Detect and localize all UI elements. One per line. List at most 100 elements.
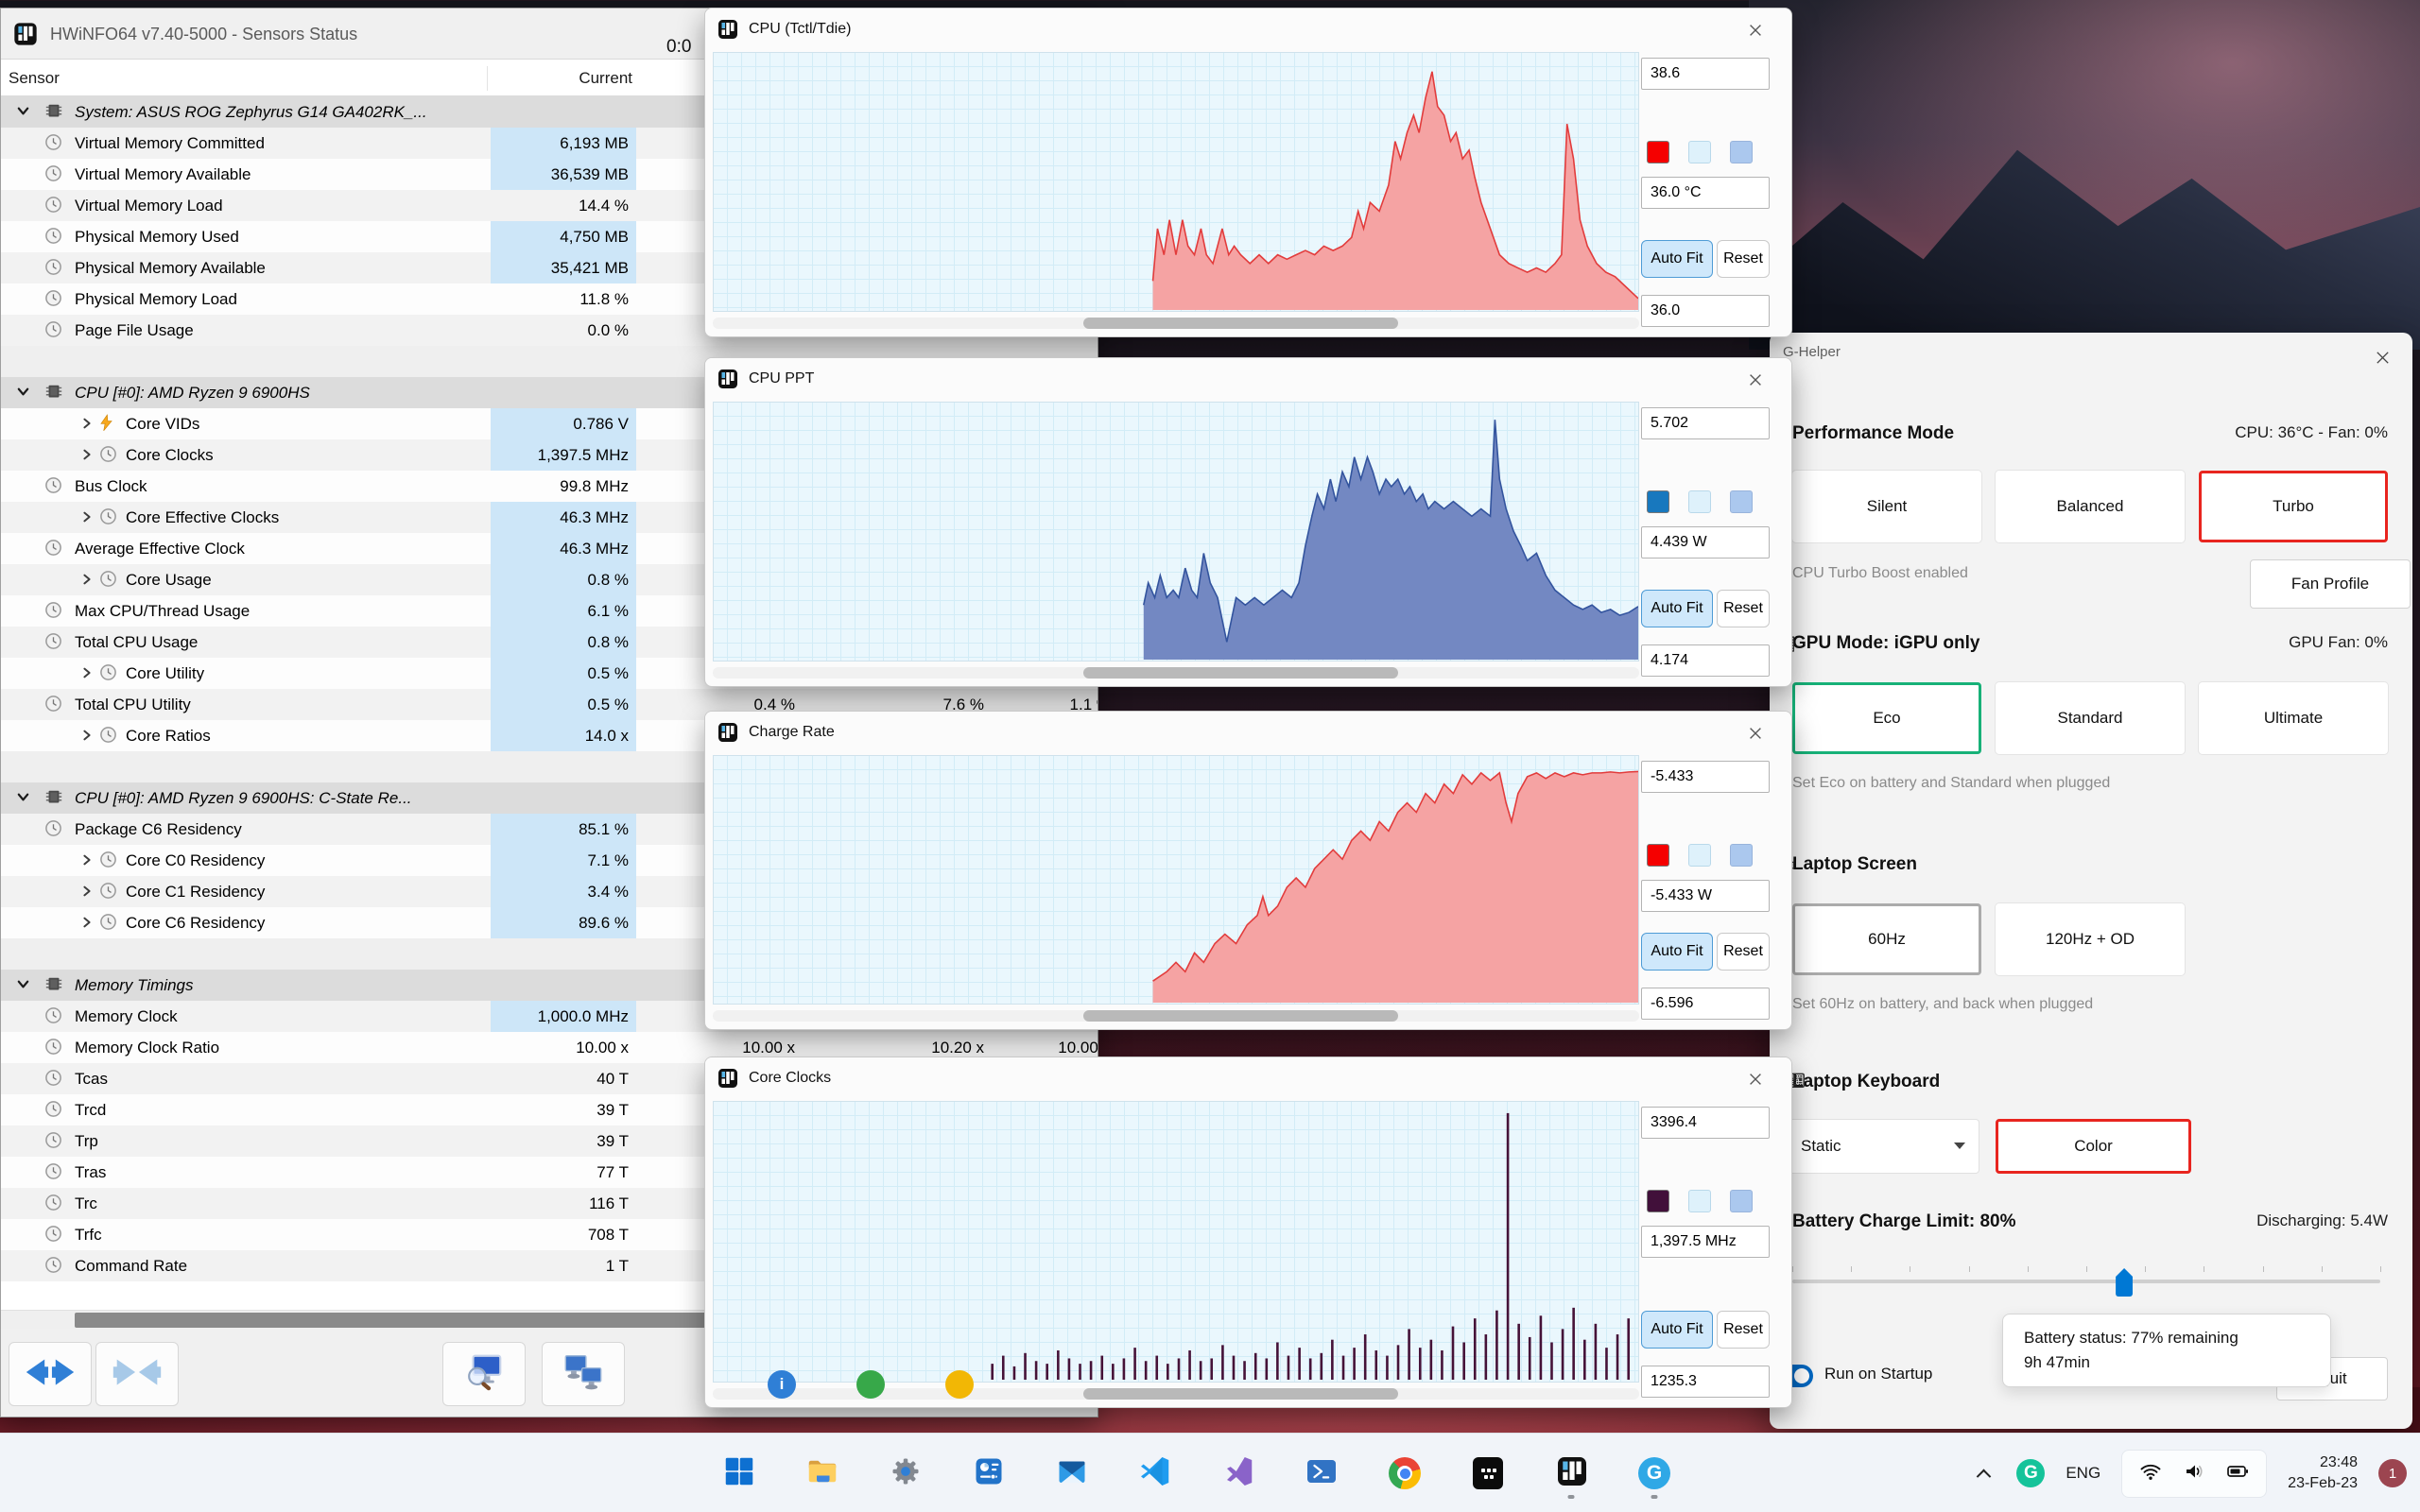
reset-button[interactable]: Reset [1717,1311,1770,1349]
reset-button[interactable]: Reset [1717,590,1770,627]
reset-button[interactable]: Reset [1717,933,1770,971]
taskbar-app-chrome[interactable] [1384,1446,1426,1501]
scrollbar-thumb[interactable] [1083,1010,1399,1022]
taskbar-app-vscode[interactable] [1134,1446,1176,1501]
graph-window-titlebar[interactable]: Charge Rate [705,712,1791,753]
scrollbar-thumb[interactable] [1083,667,1399,679]
auto-fit-button[interactable]: Auto Fit [1641,933,1713,971]
chevron-down-icon[interactable] [16,977,30,996]
column-header-current[interactable]: Current [491,60,632,95]
chevron-right-icon[interactable] [80,665,94,684]
chevron-right-icon[interactable] [80,884,94,902]
chevron-down-icon[interactable] [16,104,30,123]
perf-button-silent[interactable]: Silent [1792,471,1981,542]
wifi-icon[interactable] [2139,1460,2162,1487]
slider-thumb[interactable] [2116,1268,2134,1297]
grammarly-tray-icon[interactable]: G [2016,1459,2046,1487]
grid-color-swatch[interactable] [1730,141,1753,163]
scrollbar-thumb[interactable] [1083,318,1399,329]
background-color-swatch[interactable] [1688,1190,1711,1212]
sensor-label: Trfc [75,1226,102,1244]
background-color-swatch[interactable] [1688,490,1711,513]
language-indicator[interactable]: ENG [2066,1464,2100,1483]
chevron-right-icon[interactable] [80,416,94,435]
graph-plot-area[interactable] [713,52,1639,312]
taskbar-app-powershell[interactable] [1301,1446,1342,1501]
graph-horizontal-scrollbar[interactable] [713,318,1639,329]
perf-button-turbo[interactable]: Turbo [2199,471,2388,542]
close-icon[interactable] [1743,1067,1768,1091]
chevron-down-icon[interactable] [16,790,30,809]
scrollbar-thumb[interactable] [1083,1388,1399,1400]
info-icon[interactable]: i [768,1370,796,1399]
background-color-swatch[interactable] [1688,141,1711,163]
grid-color-swatch[interactable] [1730,1190,1753,1212]
auto-fit-button[interactable]: Auto Fit [1641,1311,1713,1349]
chevron-right-icon[interactable] [80,509,94,528]
chevron-right-icon[interactable] [80,728,94,747]
graph-window-cpu-tctl-tdie-: CPU (Tctl/Tdie) 38.6 36.0 °C Auto Fit Reset 3… [704,8,1792,337]
taskbar-app-hwinfo[interactable] [1550,1446,1592,1501]
keyboard-color-button[interactable]: Color [1996,1119,2191,1174]
reset-button[interactable]: Reset [1717,240,1770,278]
graph-horizontal-scrollbar[interactable] [713,667,1639,679]
taskbar-app-settings[interactable] [885,1446,926,1501]
column-header-sensor[interactable]: Sensor [9,60,60,95]
graph-min-value: 4.174 [1641,644,1770,677]
grid-color-swatch[interactable] [1730,844,1753,867]
close-icon[interactable] [1743,721,1768,746]
graph-window-titlebar[interactable]: CPU (Tctl/Tdie) [705,9,1791,50]
taskbar-app-terminal[interactable] [1467,1446,1509,1501]
fan-profile-button[interactable]: Fan Profile [2250,559,2411,609]
gpu-button-standard[interactable]: Standard [1996,682,2185,754]
chevron-right-icon[interactable] [80,447,94,466]
tray-clock[interactable]: 23:48 23-Feb-23 [2288,1452,2358,1495]
series-color-swatch[interactable] [1647,490,1669,513]
graph-plot-area[interactable] [713,755,1639,1005]
background-color-swatch[interactable] [1688,844,1711,867]
grid-color-swatch[interactable] [1730,490,1753,513]
gpu-button-eco[interactable]: Eco [1792,682,1981,754]
chevron-down-icon[interactable] [16,385,30,404]
perf-button-balanced[interactable]: Balanced [1996,471,2185,542]
close-icon[interactable] [1743,368,1768,392]
screen-button-60hz[interactable]: 60Hz [1792,903,1981,975]
keyboard-mode-dropdown[interactable]: Static [1779,1119,1979,1174]
remote-monitor-button[interactable] [542,1342,625,1406]
battery-limit-slider[interactable] [1792,1264,2381,1298]
hwinfo-window-title: HWiNFO64 v7.40-5000 - Sensors Status [50,25,358,43]
taskbar-app-start[interactable] [718,1446,760,1501]
tray-status-pill[interactable] [2121,1449,2268,1498]
auto-fit-button[interactable]: Auto Fit [1641,240,1713,278]
battery-tray-icon[interactable] [2226,1460,2249,1487]
graph-plot-area[interactable] [713,402,1639,662]
taskbar-app-g-helper[interactable]: G [1634,1446,1675,1501]
graph-horizontal-scrollbar[interactable] [713,1010,1639,1022]
tray-chevron-up-icon[interactable] [1971,1461,1996,1486]
taskbar-app-file-explorer[interactable] [802,1446,843,1501]
graph-window-titlebar[interactable]: CPU PPT [705,358,1791,400]
volume-icon[interactable] [2183,1460,2205,1487]
taskbar-app-system-monitor[interactable] [968,1446,1010,1501]
graph-window-titlebar[interactable]: Core Clocks [705,1057,1791,1099]
chevron-right-icon[interactable] [80,572,94,591]
taskbar-app-mail[interactable] [1051,1446,1093,1501]
chevron-right-icon[interactable] [80,852,94,871]
green-status-icon[interactable] [856,1370,885,1399]
collapse-columns-button[interactable] [95,1342,179,1406]
expand-columns-button[interactable] [9,1342,92,1406]
taskbar-app-visual-studio[interactable] [1218,1446,1259,1501]
gpu-button-ultimate[interactable]: Ultimate [2199,682,2388,754]
ghelper-close-icon[interactable] [2371,346,2394,369]
screen-zoom-button[interactable] [442,1342,526,1406]
close-icon[interactable] [1743,18,1768,43]
series-color-swatch[interactable] [1647,844,1669,867]
graph-plot-area[interactable] [713,1101,1639,1383]
chevron-right-icon[interactable] [80,915,94,934]
notification-badge[interactable]: 1 [2378,1459,2407,1487]
auto-fit-button[interactable]: Auto Fit [1641,590,1713,627]
warning-status-icon[interactable] [945,1370,974,1399]
screen-button-120hz[interactable]: 120Hz + OD [1996,903,2185,975]
series-color-swatch[interactable] [1647,1190,1669,1212]
series-color-swatch[interactable] [1647,141,1669,163]
